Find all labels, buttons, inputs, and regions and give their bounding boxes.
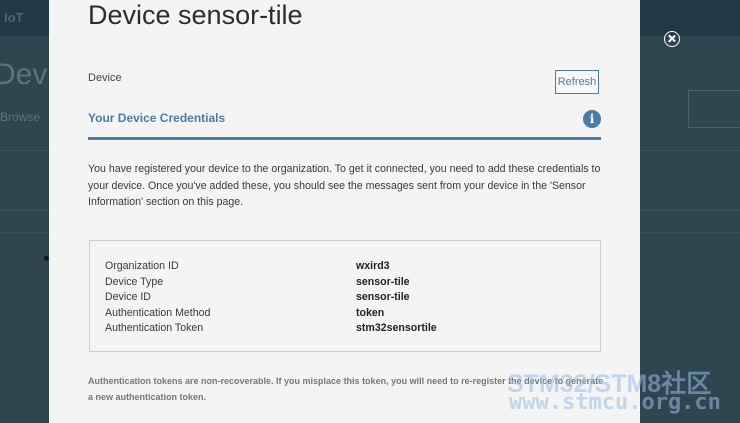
credential-label: Authentication Token xyxy=(105,322,204,334)
credentials-table: Organization ID wxird3 Device Type senso… xyxy=(89,240,601,352)
credential-value: stm32sensortile xyxy=(356,322,437,334)
credential-label: Authentication Method xyxy=(105,306,211,319)
credentials-title: Your Device Credentials xyxy=(88,111,226,125)
credentials-description: You have registered your device to the o… xyxy=(88,163,601,208)
credential-label: Organization ID xyxy=(105,260,179,272)
watermark-url: www.stmcu.org.cn xyxy=(509,390,721,415)
info-icon[interactable]: i xyxy=(583,110,601,128)
modal-title: Device sensor-tile xyxy=(88,0,303,30)
credential-value: sensor-tile xyxy=(356,291,410,303)
credential-label: Device Type xyxy=(105,275,164,288)
background-panel xyxy=(688,90,740,128)
close-icon[interactable] xyxy=(664,31,680,47)
device-modal: Device sensor-tile Device Refresh Your D… xyxy=(49,0,640,423)
credential-value: wxird3 xyxy=(356,260,390,272)
background-brand: IoT xyxy=(4,10,24,25)
credential-label: Device ID xyxy=(105,291,151,303)
credentials-divider xyxy=(88,137,601,140)
refresh-button[interactable]: Refresh xyxy=(555,70,599,94)
section-label: Device xyxy=(88,72,122,84)
credential-value: token xyxy=(356,306,385,319)
background-page-title: Dev xyxy=(0,58,48,91)
background-subtitle: Browse xyxy=(0,110,41,124)
credential-value: sensor-tile xyxy=(356,275,410,288)
